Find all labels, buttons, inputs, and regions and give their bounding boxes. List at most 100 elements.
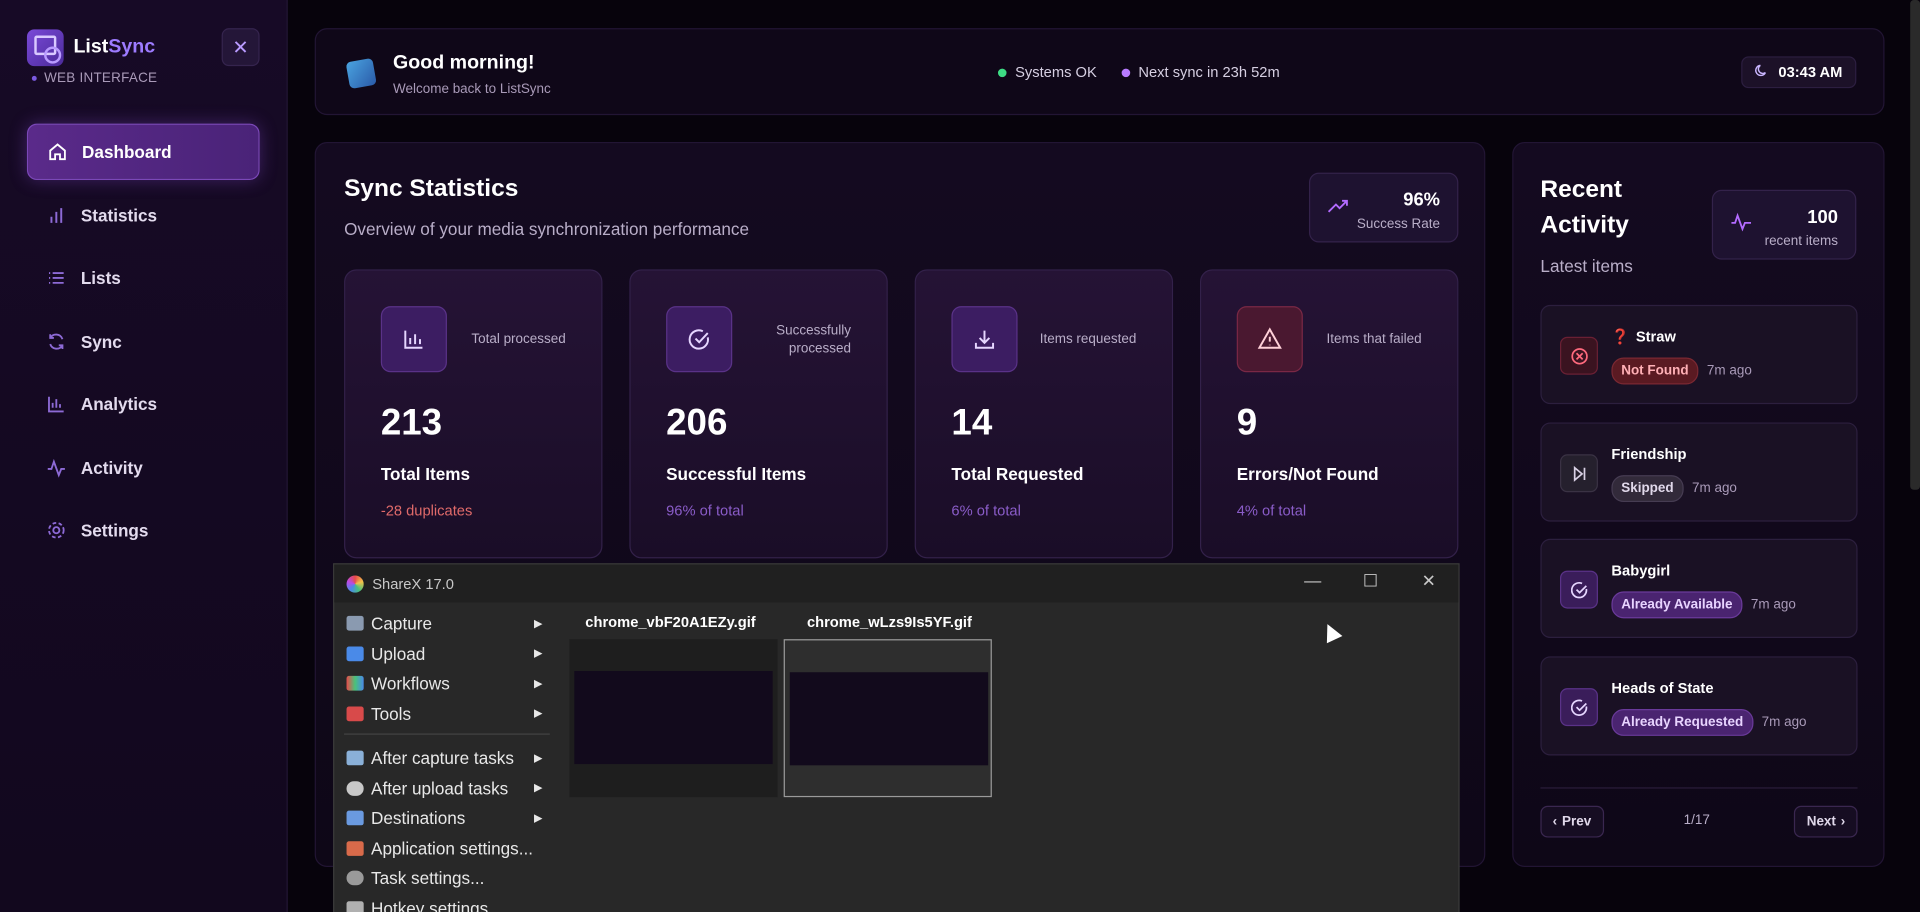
download-icon: [951, 306, 1018, 373]
stat-card-description: Successfully processed: [776, 323, 852, 357]
home-icon: [48, 142, 68, 162]
sidebar-item-label: Sync: [80, 331, 122, 351]
status-badge: Already Available: [1611, 591, 1743, 619]
sidebar-item-sync[interactable]: Sync: [27, 313, 260, 369]
close-icon[interactable]: ✕: [1422, 571, 1436, 592]
trending-up-icon: [1327, 197, 1349, 220]
menu-item-task-settings[interactable]: Task settings...: [339, 863, 550, 893]
activity-item[interactable]: ❓ Straw Not Found 7m ago: [1540, 304, 1858, 405]
list-icon: [47, 268, 67, 288]
stat-card-note: -28 duplicates: [380, 502, 473, 520]
sidebar-item-statistics[interactable]: Statistics: [27, 187, 260, 243]
next-page-button[interactable]: Next ›: [1794, 805, 1858, 838]
submenu-arrow-icon: ▶: [533, 706, 543, 720]
file-name: chrome_vbF20A1EZy.gif: [585, 613, 756, 631]
thumbnail-preview: [789, 672, 989, 766]
stat-card-description: Total processed: [471, 331, 566, 347]
activity-item-meta: Not Found 7m ago: [1611, 357, 1752, 385]
page-indicator: 1/17: [1683, 813, 1710, 828]
menu-item-after-capture[interactable]: After capture tasks ▶: [339, 743, 550, 773]
activity-time: 7m ago: [1750, 597, 1796, 613]
stat-card-label: Total Items: [380, 464, 471, 484]
recent-items-value: 100: [1807, 206, 1838, 228]
sidebar-item-label: Analytics: [80, 394, 158, 414]
capture-icon: [346, 616, 364, 631]
question-mark-icon: ❓: [1611, 328, 1630, 346]
menu-item-hotkey-settings[interactable]: Hotkey settings...: [339, 893, 550, 912]
stat-card-description: Items requested: [1039, 331, 1137, 347]
stat-card-total-requested[interactable]: Items requested 14 Total Requested 6% of…: [914, 269, 1174, 559]
clock-display: 03:43 AM: [1741, 56, 1857, 89]
activity-item-title: ❓ Straw: [1611, 328, 1676, 346]
system-status: Systems OK Next sync in 23h 52m: [997, 64, 1280, 81]
activity-item[interactable]: Heads of State Already Requested 7m ago: [1540, 656, 1858, 756]
analytics-icon: [47, 394, 67, 414]
greeting-title: Good morning!: [393, 52, 535, 74]
sharex-titlebar[interactable]: ShareX 17.0 — ☐ ✕: [334, 564, 1459, 603]
refresh-icon: [47, 331, 67, 351]
keyboard-icon: [346, 900, 364, 912]
file-thumbnail[interactable]: [569, 639, 778, 798]
brand[interactable]: ListSync: [26, 29, 155, 67]
status-dot-icon: [1121, 67, 1130, 77]
stat-card-description: Items that failed: [1326, 331, 1422, 347]
check-circle-icon: [1560, 570, 1598, 609]
gear-icon: [346, 870, 364, 886]
moon-icon: [1755, 64, 1768, 81]
page-scrollbar[interactable]: [1910, 0, 1920, 490]
sidebar-item-activity[interactable]: Activity: [27, 439, 260, 495]
menu-item-after-upload[interactable]: After upload tasks ▶: [339, 773, 550, 803]
sidebar-item-lists[interactable]: Lists: [27, 250, 260, 306]
submenu-arrow-icon: ▶: [533, 781, 543, 794]
wrench-icon: [346, 840, 364, 856]
clock-time: 03:43 AM: [1778, 63, 1843, 81]
panel-title: Sync Statistics: [344, 175, 519, 203]
close-sidebar-button[interactable]: ✕: [221, 28, 260, 67]
activity-item-title: Babygirl: [1611, 562, 1671, 580]
after-capture-icon: [346, 750, 364, 766]
sharex-window: ShareX 17.0 — ☐ ✕ Capture ▶ Upload ▶ Workf…: [333, 563, 1460, 912]
sidebar-item-analytics[interactable]: Analytics: [27, 376, 260, 432]
prev-page-button[interactable]: ‹ Prev: [1540, 805, 1604, 838]
panel-subtitle: Overview of your media synchronization p…: [344, 219, 750, 239]
sidebar-item-label: Settings: [80, 520, 149, 541]
file-thumbnail-selected[interactable]: [783, 639, 992, 798]
sidebar-item-label: Activity: [80, 457, 143, 477]
stat-card-note: 96% of total: [666, 502, 744, 520]
stat-card-successful-items[interactable]: Successfully processed 206 Successful It…: [629, 269, 888, 559]
stat-card-total-items[interactable]: Total processed 213 Total Items -28 dupl…: [344, 269, 603, 559]
menu-item-application-settings[interactable]: Application settings...: [339, 833, 550, 863]
sidebar-item-settings[interactable]: Settings: [27, 502, 260, 558]
stat-card-errors[interactable]: Items that failed 9 Errors/Not Found 4% …: [1200, 269, 1459, 559]
menu-item-upload[interactable]: Upload ▶: [339, 639, 550, 669]
submenu-arrow-icon: ▶: [533, 616, 543, 630]
sidebar-nav: Dashboard Statistics Lists Sync Analytic…: [26, 123, 260, 565]
stat-card-value: 14: [951, 402, 993, 444]
menu-item-destinations[interactable]: Destinations ▶: [339, 803, 550, 833]
panel-title: Recent Activity: [1540, 176, 1629, 239]
activity-item[interactable]: Babygirl Already Available 7m ago: [1540, 538, 1858, 638]
maximize-icon[interactable]: ☐: [1363, 571, 1378, 592]
menu-item-workflows[interactable]: Workflows ▶: [339, 669, 550, 699]
header-bar: Good morning! Welcome back to ListSync S…: [314, 28, 1885, 116]
activity-icon: [1730, 212, 1752, 238]
status-badge: Skipped: [1611, 475, 1684, 503]
status-badge: Already Requested: [1611, 708, 1754, 736]
menu-item-capture[interactable]: Capture ▶: [339, 609, 550, 639]
minimize-icon[interactable]: —: [1304, 571, 1321, 591]
menu-item-tools[interactable]: Tools ▶: [339, 699, 550, 729]
greeting-icon: [345, 57, 377, 90]
activity-item-title: Friendship: [1611, 445, 1687, 463]
check-circle-icon: [666, 306, 733, 373]
sidebar-item-dashboard[interactable]: Dashboard: [26, 123, 260, 181]
activity-item-meta: Already Requested 7m ago: [1611, 708, 1807, 736]
sidebar-item-label: Statistics: [80, 205, 158, 225]
activity-item-meta: Already Available 7m ago: [1611, 591, 1796, 619]
workflows-icon: [346, 676, 364, 691]
chevron-right-icon: ›: [1840, 814, 1846, 829]
activity-item[interactable]: Friendship Skipped 7m ago: [1540, 422, 1858, 522]
submenu-arrow-icon: ▶: [533, 751, 543, 764]
activity-time: 7m ago: [1761, 715, 1807, 730]
menu-separator: [344, 733, 550, 735]
sharex-menu: Capture ▶ Upload ▶ Workflows ▶ Tools ▶ After…: [339, 609, 550, 912]
